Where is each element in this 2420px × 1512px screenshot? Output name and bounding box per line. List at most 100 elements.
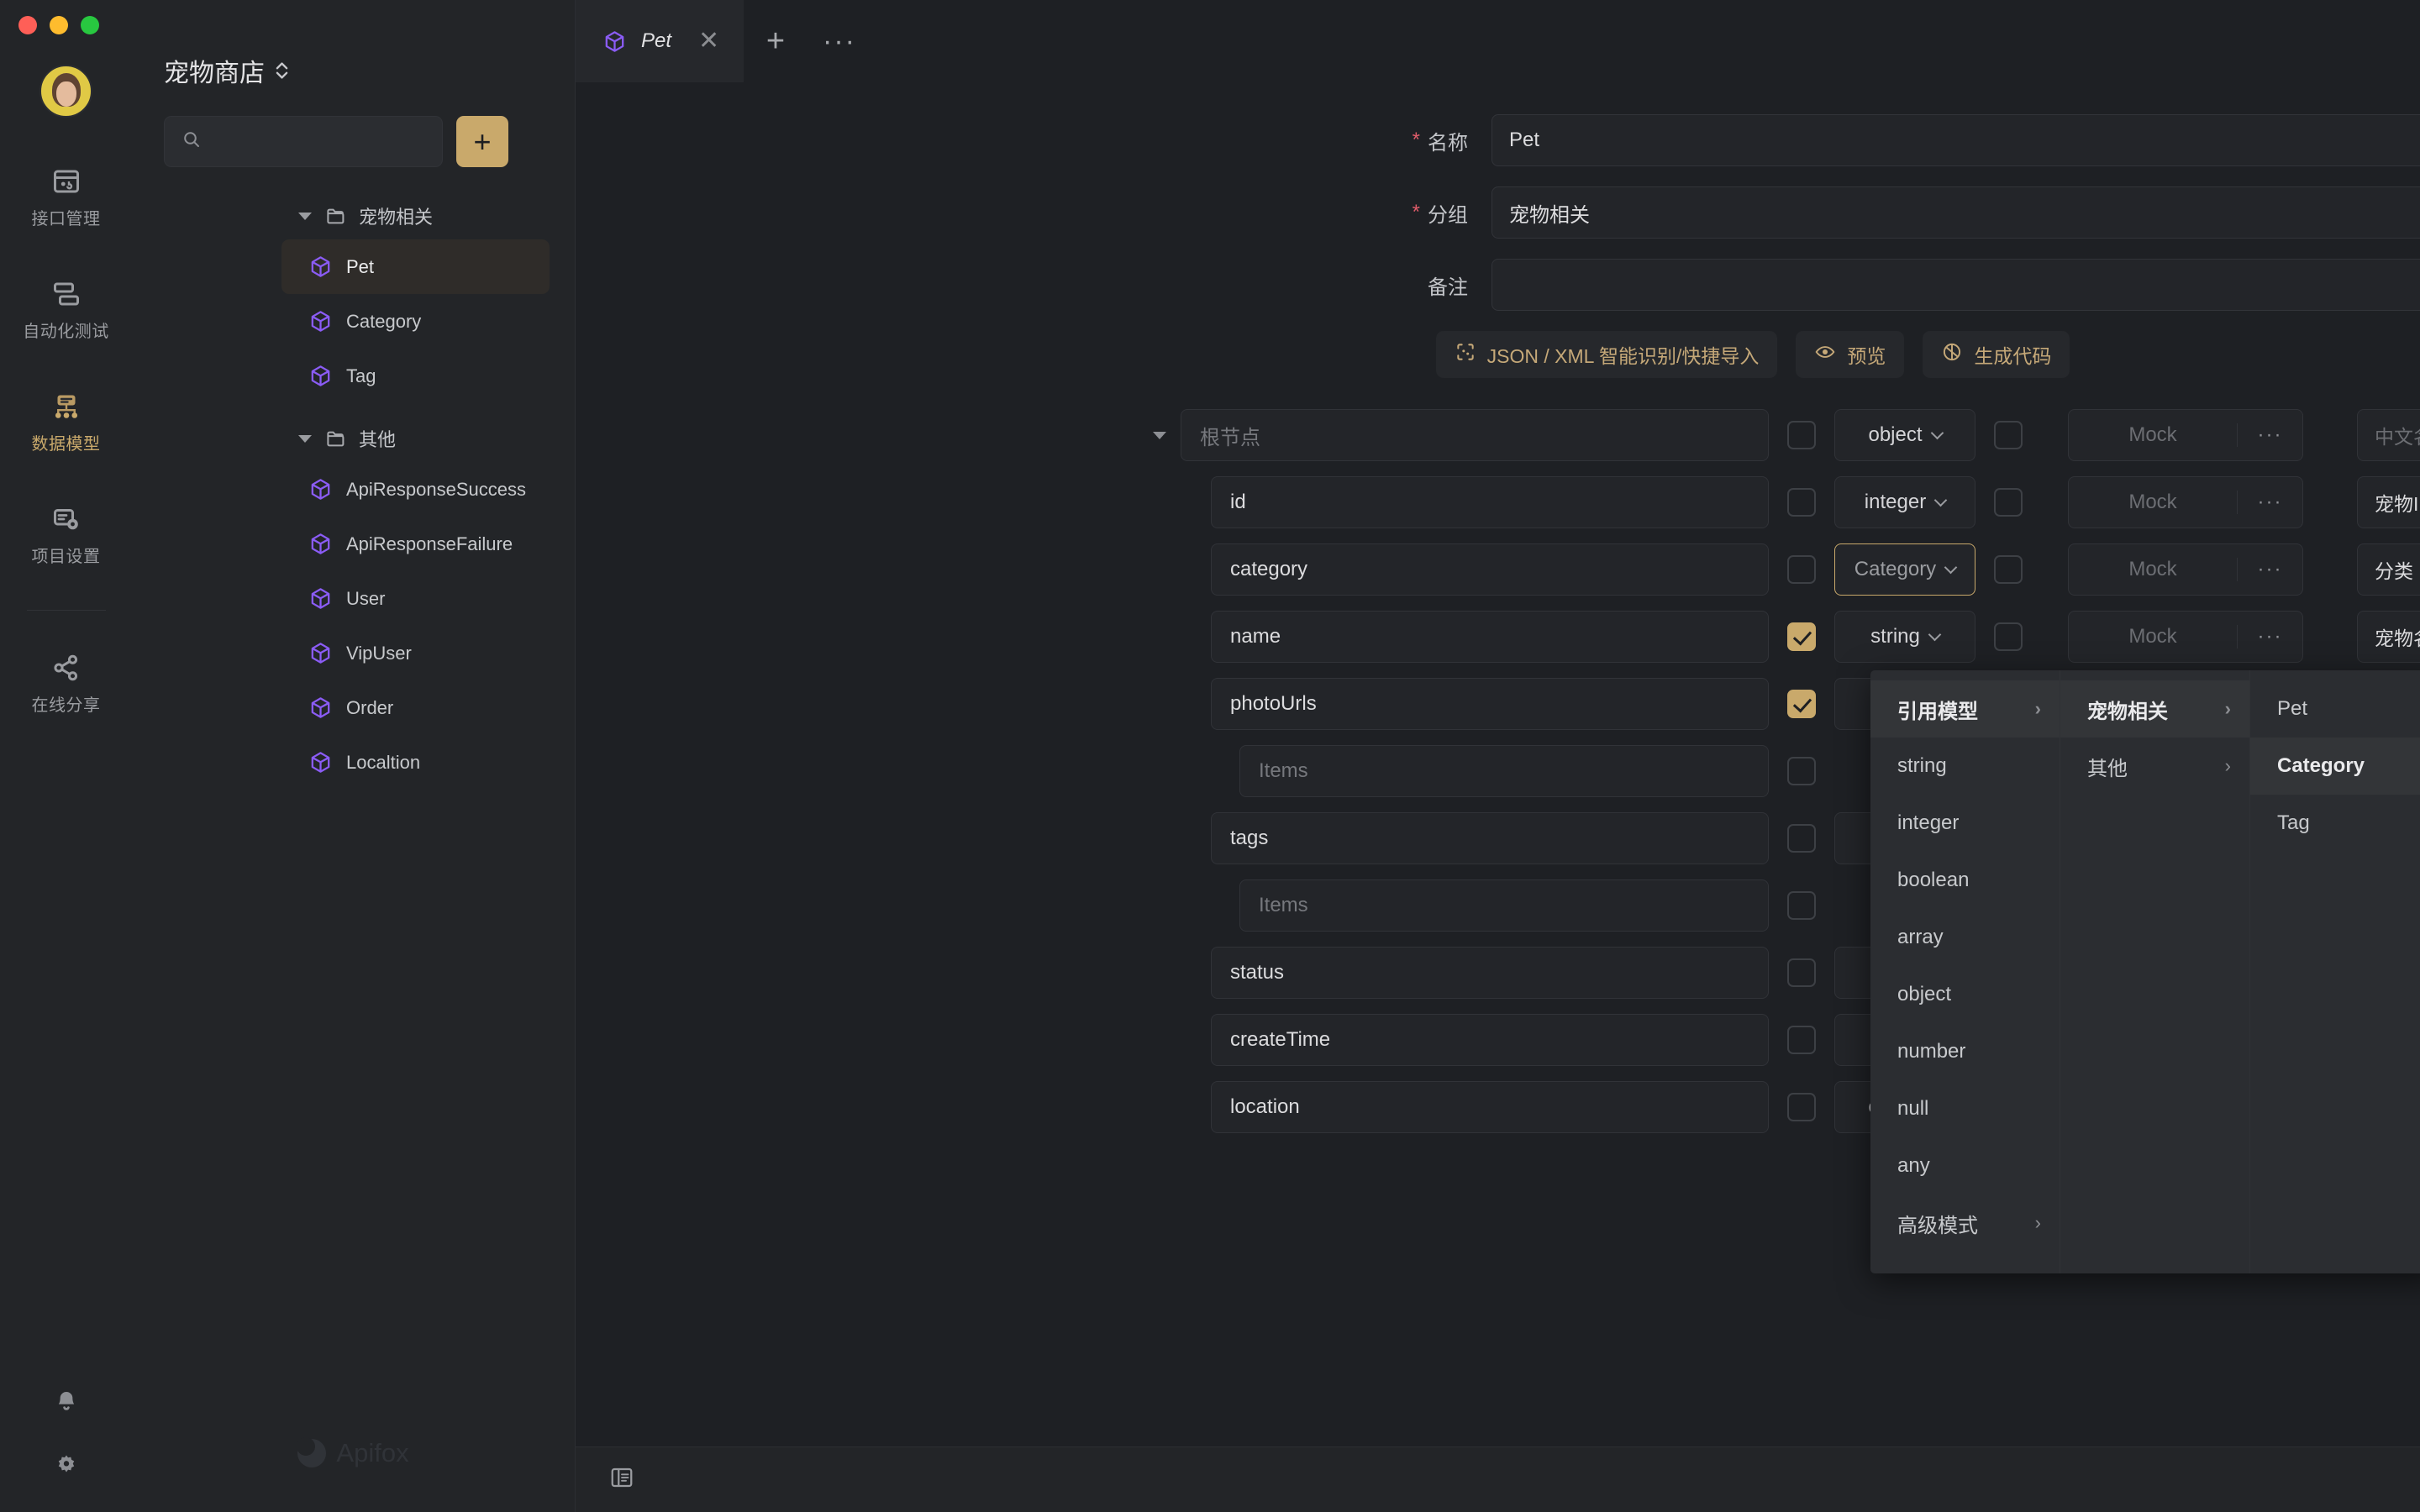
tree-item-vipuser[interactable]: VipUser — [281, 626, 550, 680]
menu-item-type[interactable]: 引用模型› — [1870, 680, 2060, 738]
field-type-select[interactable]: object — [1834, 409, 1975, 461]
required-checkbox[interactable] — [1787, 555, 1816, 584]
field-name-input[interactable]: id — [1211, 476, 1769, 528]
tree-item-tag[interactable]: Tag — [281, 349, 550, 403]
layout-toggle-icon[interactable] — [609, 1465, 634, 1494]
mock-more-button[interactable]: ··· — [2237, 625, 2302, 648]
sidebar-item-online-share[interactable]: 在线分享 — [0, 638, 132, 728]
search-input[interactable] — [213, 132, 425, 151]
menu-item-model[interactable]: Pet — [2250, 680, 2420, 738]
mock-field[interactable]: Mock··· — [2068, 543, 2303, 596]
tree-item-order[interactable]: Order — [281, 680, 550, 735]
preview-button[interactable]: 预览 — [1796, 331, 1904, 378]
maximize-window-button[interactable] — [81, 16, 99, 34]
field-name-input[interactable]: photoUrls — [1211, 678, 1769, 730]
menu-item-type[interactable]: object — [1870, 966, 2060, 1023]
tree-item-label: Category — [346, 311, 421, 333]
required-checkbox[interactable] — [1787, 1026, 1816, 1054]
close-icon[interactable]: ✕ — [698, 29, 719, 54]
data-model-icon — [50, 391, 82, 423]
menu-item-type[interactable]: array — [1870, 909, 2060, 966]
close-window-button[interactable] — [18, 16, 37, 34]
mock-more-button[interactable]: ··· — [2237, 491, 2302, 514]
type-extra-checkbox[interactable] — [1994, 622, 2023, 651]
field-name-input[interactable]: createTime — [1211, 1014, 1769, 1066]
gear-icon[interactable] — [50, 1450, 82, 1482]
tree-item-apiresponsefailure[interactable]: ApiResponseFailure — [281, 517, 550, 571]
required-checkbox[interactable] — [1787, 690, 1816, 718]
tree-folder-others[interactable]: 其他 — [132, 415, 575, 462]
field-name-input[interactable]: category — [1211, 543, 1769, 596]
menu-item-model[interactable]: Tag — [2250, 795, 2420, 852]
new-tab-button[interactable]: + — [744, 0, 808, 82]
menu-item-type[interactable]: boolean — [1870, 852, 2060, 909]
tab-more-button[interactable]: ··· — [808, 0, 871, 82]
project-switcher[interactable]: 宠物商店 — [164, 52, 575, 89]
required-checkbox[interactable] — [1787, 421, 1816, 449]
menu-item-type[interactable]: null — [1870, 1080, 2060, 1137]
sidebar-item-project-settings[interactable]: 项目设置 — [0, 489, 132, 580]
type-extra-checkbox[interactable] — [1994, 421, 2023, 449]
menu-item-type[interactable]: any — [1870, 1137, 2060, 1194]
add-model-button[interactable]: + — [456, 116, 508, 167]
cn-name-input[interactable]: 宠物名称 — [2357, 611, 2420, 663]
required-checkbox[interactable] — [1787, 824, 1816, 853]
sidebar-item-data-model[interactable]: 数据模型 — [0, 376, 132, 467]
tree-item-apiresponsesuccess[interactable]: ApiResponseSuccess — [281, 462, 550, 517]
required-checkbox[interactable] — [1787, 488, 1816, 517]
remark-field[interactable] — [1491, 259, 2420, 311]
mock-field[interactable]: Mock··· — [2068, 409, 2303, 461]
field-name-input[interactable]: 根节点 — [1181, 409, 1769, 461]
type-extra-checkbox[interactable] — [1994, 555, 2023, 584]
required-checkbox[interactable] — [1787, 891, 1816, 920]
avatar[interactable] — [39, 65, 92, 118]
type-extra-checkbox[interactable] — [1994, 488, 2023, 517]
mock-more-button[interactable]: ··· — [2237, 558, 2302, 581]
menu-item-group[interactable]: 宠物相关› — [2060, 680, 2249, 738]
field-name-input[interactable]: status — [1211, 947, 1769, 999]
required-checkbox[interactable] — [1787, 757, 1816, 785]
field-name-input[interactable]: location — [1211, 1081, 1769, 1133]
bell-icon[interactable] — [50, 1386, 82, 1418]
sidebar-item-automated-test[interactable]: 自动化测试 — [0, 264, 132, 354]
field-type-select[interactable]: integer — [1834, 476, 1975, 528]
field-name-input[interactable]: tags — [1211, 812, 1769, 864]
tree-item-category[interactable]: Category — [281, 294, 550, 349]
menu-item-model[interactable]: Category — [2250, 738, 2420, 795]
required-marker: * — [1413, 130, 1420, 150]
cn-name-input[interactable]: 中文名 — [2357, 409, 2420, 461]
required-checkbox[interactable] — [1787, 622, 1816, 651]
menu-item-type[interactable]: 高级模式› — [1870, 1194, 2060, 1252]
mock-field[interactable]: Mock··· — [2068, 611, 2303, 663]
group-select[interactable]: 宠物相关 — [1491, 186, 2420, 239]
caret-down-icon[interactable] — [1153, 432, 1166, 439]
tab-pet[interactable]: Pet ✕ — [576, 0, 744, 82]
required-checkbox[interactable] — [1787, 1093, 1816, 1121]
tree-item-pet[interactable]: Pet — [281, 239, 550, 294]
required-checkbox[interactable] — [1787, 958, 1816, 987]
generate-code-button[interactable]: 生成代码 — [1923, 331, 2070, 378]
mock-field[interactable]: Mock··· — [2068, 476, 2303, 528]
cn-name-input[interactable]: 分类 — [2357, 543, 2420, 596]
menu-item-type[interactable]: integer — [1870, 795, 2060, 852]
field-name-input[interactable]: Items — [1239, 879, 1769, 932]
minimize-window-button[interactable] — [50, 16, 68, 34]
menu-item-group[interactable]: 其他› — [2060, 738, 2249, 795]
field-name-input[interactable]: Items — [1239, 745, 1769, 797]
json-xml-import-button[interactable]: JSON / XML 智能识别/快捷导入 — [1436, 331, 1778, 378]
tree-folder-pet-related[interactable]: 宠物相关 — [132, 192, 575, 239]
mock-more-button[interactable]: ··· — [2237, 423, 2302, 447]
project-title: 宠物商店 — [164, 52, 265, 89]
tree-item-localtion[interactable]: Localtion — [281, 735, 550, 790]
field-type-select[interactable]: Category — [1834, 543, 1975, 596]
tree-folder-label: 宠物相关 — [359, 202, 433, 229]
tree-item-user[interactable]: User — [281, 571, 550, 626]
cn-name-input[interactable]: 宠物ID — [2357, 476, 2420, 528]
menu-item-type[interactable]: number — [1870, 1023, 2060, 1080]
field-name-input[interactable]: name — [1211, 611, 1769, 663]
name-field[interactable]: Pet — [1491, 114, 2420, 166]
search-box[interactable] — [164, 116, 443, 167]
menu-item-type[interactable]: string — [1870, 738, 2060, 795]
sidebar-item-api-management[interactable]: 接口管理 — [0, 151, 132, 242]
field-type-select[interactable]: string — [1834, 611, 1975, 663]
